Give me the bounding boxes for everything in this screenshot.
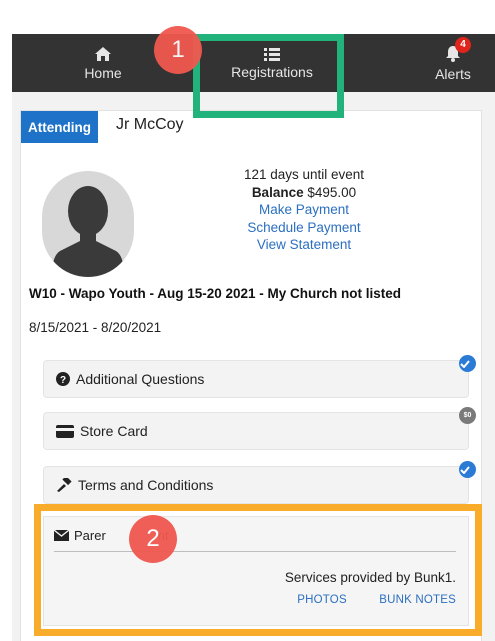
home-icon bbox=[95, 46, 111, 61]
camper-name: Jr McCoy bbox=[116, 116, 184, 133]
additional-questions-section[interactable]: ? Additional Questions bbox=[43, 355, 476, 398]
balance-label: Balance bbox=[251, 184, 304, 200]
step-marker-2: 2 bbox=[129, 515, 177, 563]
alerts-count-badge: 4 bbox=[455, 36, 471, 53]
attending-tab[interactable]: Attending bbox=[21, 111, 98, 143]
terms-label: Terms and Conditions bbox=[78, 477, 214, 493]
highlight-box-parent-content bbox=[34, 504, 482, 636]
balance-value: $495.00 bbox=[307, 184, 357, 200]
store-card-section[interactable]: Store Card $0 bbox=[43, 407, 476, 450]
check-circle-icon bbox=[459, 461, 476, 478]
nav-home[interactable]: Home bbox=[72, 34, 134, 92]
store-card-balance-badge: $0 bbox=[459, 407, 476, 424]
alerts-icon-wrap: 4 bbox=[443, 36, 471, 63]
nav-home-label: Home bbox=[84, 64, 122, 81]
app-screen: Home Registrations 4 Alerts Attending Jr… bbox=[0, 0, 495, 641]
view-statement-link[interactable]: View Statement bbox=[181, 236, 427, 254]
gavel-icon bbox=[57, 478, 72, 492]
credit-card-icon bbox=[56, 424, 74, 438]
nav-alerts-label: Alerts bbox=[435, 65, 471, 82]
check-circle-icon bbox=[459, 355, 476, 372]
person-silhouette-icon bbox=[52, 186, 124, 277]
event-dates: 8/15/2021 - 8/20/2021 bbox=[29, 320, 162, 335]
balance-line: Balance $495.00 bbox=[181, 184, 427, 202]
balance-summary: 121 days until event Balance $495.00 Mak… bbox=[181, 166, 427, 254]
svg-text:?: ? bbox=[60, 375, 66, 386]
store-card-label: Store Card bbox=[80, 423, 148, 439]
step-marker-1: 1 bbox=[154, 26, 202, 74]
terms-section[interactable]: Terms and Conditions bbox=[43, 461, 476, 504]
make-payment-link[interactable]: Make Payment bbox=[181, 201, 427, 219]
highlight-box-registrations bbox=[193, 34, 344, 118]
event-title: W10 - Wapo Youth - Aug 15-20 2021 - My C… bbox=[29, 286, 402, 301]
additional-questions-label: Additional Questions bbox=[76, 371, 205, 387]
days-until-event: 121 days until event bbox=[243, 167, 365, 182]
question-circle-icon: ? bbox=[56, 372, 70, 386]
nav-alerts[interactable]: 4 Alerts bbox=[412, 34, 494, 92]
avatar bbox=[42, 171, 134, 277]
schedule-payment-link[interactable]: Schedule Payment bbox=[181, 219, 427, 237]
